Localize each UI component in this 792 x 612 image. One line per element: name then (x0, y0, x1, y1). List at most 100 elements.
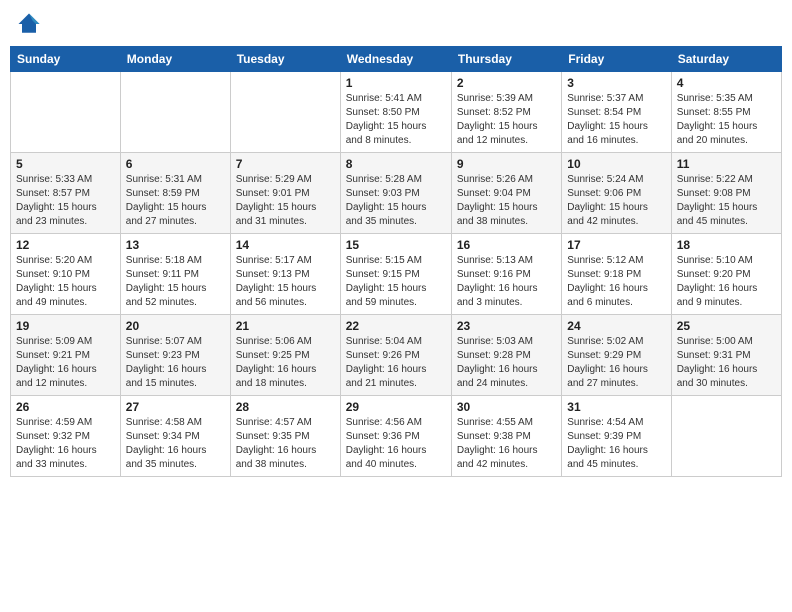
calendar-cell: 24 Sunrise: 5:02 AM Sunset: 9:29 PM Dayli… (562, 315, 671, 396)
day-number: 18 (677, 238, 776, 252)
day-number: 3 (567, 76, 665, 90)
day-number: 6 (126, 157, 225, 171)
calendar-cell: 4 Sunrise: 5:35 AM Sunset: 8:55 PM Daylig… (671, 72, 781, 153)
day-number: 20 (126, 319, 225, 333)
day-number: 30 (457, 400, 556, 414)
calendar-cell (671, 396, 781, 477)
day-info: Sunrise: 5:00 AM Sunset: 9:31 PM Dayligh… (677, 335, 776, 391)
day-info: Sunrise: 5:29 AM Sunset: 9:01 PM Dayligh… (236, 173, 335, 229)
day-info: Sunrise: 5:37 AM Sunset: 8:54 PM Dayligh… (567, 92, 665, 148)
calendar-cell: 31 Sunrise: 4:54 AM Sunset: 9:39 PM Dayli… (562, 396, 671, 477)
day-info: Sunrise: 5:07 AM Sunset: 9:23 PM Dayligh… (126, 335, 225, 391)
calendar-cell: 20 Sunrise: 5:07 AM Sunset: 9:23 PM Dayli… (120, 315, 230, 396)
calendar-week-row: 26 Sunrise: 4:59 AM Sunset: 9:32 PM Dayli… (11, 396, 782, 477)
calendar-cell: 13 Sunrise: 5:18 AM Sunset: 9:11 PM Dayli… (120, 234, 230, 315)
calendar-cell: 16 Sunrise: 5:13 AM Sunset: 9:16 PM Dayli… (451, 234, 561, 315)
day-info: Sunrise: 5:28 AM Sunset: 9:03 PM Dayligh… (346, 173, 446, 229)
calendar-cell: 25 Sunrise: 5:00 AM Sunset: 9:31 PM Dayli… (671, 315, 781, 396)
day-info: Sunrise: 5:02 AM Sunset: 9:29 PM Dayligh… (567, 335, 665, 391)
day-info: Sunrise: 5:15 AM Sunset: 9:15 PM Dayligh… (346, 254, 446, 310)
page-header (10, 10, 782, 38)
day-info: Sunrise: 5:20 AM Sunset: 9:10 PM Dayligh… (16, 254, 115, 310)
calendar-cell: 2 Sunrise: 5:39 AM Sunset: 8:52 PM Daylig… (451, 72, 561, 153)
day-info: Sunrise: 5:18 AM Sunset: 9:11 PM Dayligh… (126, 254, 225, 310)
calendar-cell: 29 Sunrise: 4:56 AM Sunset: 9:36 PM Dayli… (340, 396, 451, 477)
calendar-cell (11, 72, 121, 153)
day-info: Sunrise: 5:22 AM Sunset: 9:08 PM Dayligh… (677, 173, 776, 229)
day-number: 17 (567, 238, 665, 252)
day-number: 10 (567, 157, 665, 171)
day-info: Sunrise: 5:17 AM Sunset: 9:13 PM Dayligh… (236, 254, 335, 310)
calendar-week-row: 1Sunrise: 5:41 AM Sunset: 8:50 PM Daylig… (11, 72, 782, 153)
calendar-cell: 23 Sunrise: 5:03 AM Sunset: 9:28 PM Dayli… (451, 315, 561, 396)
calendar-cell: 14 Sunrise: 5:17 AM Sunset: 9:13 PM Dayli… (230, 234, 340, 315)
day-number: 2 (457, 76, 556, 90)
day-number: 19 (16, 319, 115, 333)
day-number: 25 (677, 319, 776, 333)
day-number: 24 (567, 319, 665, 333)
calendar-cell: 22Sunrise: 5:04 AM Sunset: 9:26 PM Dayli… (340, 315, 451, 396)
day-info: Sunrise: 5:13 AM Sunset: 9:16 PM Dayligh… (457, 254, 556, 310)
calendar-table: SundayMondayTuesdayWednesdayThursdayFrid… (10, 46, 782, 477)
day-info: Sunrise: 5:10 AM Sunset: 9:20 PM Dayligh… (677, 254, 776, 310)
calendar-week-row: 19 Sunrise: 5:09 AM Sunset: 9:21 PM Dayli… (11, 315, 782, 396)
day-number: 15 (346, 238, 446, 252)
day-number: 21 (236, 319, 335, 333)
weekday-header: Monday (120, 47, 230, 72)
calendar-cell: 7Sunrise: 5:29 AM Sunset: 9:01 PM Daylig… (230, 153, 340, 234)
day-info: Sunrise: 4:55 AM Sunset: 9:38 PM Dayligh… (457, 416, 556, 472)
day-info: Sunrise: 5:24 AM Sunset: 9:06 PM Dayligh… (567, 173, 665, 229)
weekday-header-row: SundayMondayTuesdayWednesdayThursdayFrid… (11, 47, 782, 72)
day-number: 14 (236, 238, 335, 252)
calendar-cell: 1Sunrise: 5:41 AM Sunset: 8:50 PM Daylig… (340, 72, 451, 153)
weekday-header: Saturday (671, 47, 781, 72)
calendar-cell (230, 72, 340, 153)
calendar-cell: 12 Sunrise: 5:20 AM Sunset: 9:10 PM Dayli… (11, 234, 121, 315)
calendar-cell: 18 Sunrise: 5:10 AM Sunset: 9:20 PM Dayli… (671, 234, 781, 315)
day-number: 28 (236, 400, 335, 414)
day-info: Sunrise: 4:54 AM Sunset: 9:39 PM Dayligh… (567, 416, 665, 472)
calendar-cell: 10 Sunrise: 5:24 AM Sunset: 9:06 PM Dayli… (562, 153, 671, 234)
day-number: 9 (457, 157, 556, 171)
day-info: Sunrise: 5:06 AM Sunset: 9:25 PM Dayligh… (236, 335, 335, 391)
day-number: 16 (457, 238, 556, 252)
logo (15, 10, 47, 38)
day-info: Sunrise: 5:26 AM Sunset: 9:04 PM Dayligh… (457, 173, 556, 229)
day-number: 26 (16, 400, 115, 414)
calendar-cell: 11 Sunrise: 5:22 AM Sunset: 9:08 PM Dayli… (671, 153, 781, 234)
day-number: 23 (457, 319, 556, 333)
logo-icon (15, 10, 43, 38)
weekday-header: Tuesday (230, 47, 340, 72)
calendar-cell: 26 Sunrise: 4:59 AM Sunset: 9:32 PM Dayli… (11, 396, 121, 477)
weekday-header: Friday (562, 47, 671, 72)
day-info: Sunrise: 5:03 AM Sunset: 9:28 PM Dayligh… (457, 335, 556, 391)
day-info: Sunrise: 5:33 AM Sunset: 8:57 PM Dayligh… (16, 173, 115, 229)
day-number: 11 (677, 157, 776, 171)
day-info: Sunrise: 4:56 AM Sunset: 9:36 PM Dayligh… (346, 416, 446, 472)
calendar-cell: 21 Sunrise: 5:06 AM Sunset: 9:25 PM Dayli… (230, 315, 340, 396)
weekday-header: Thursday (451, 47, 561, 72)
calendar-week-row: 12 Sunrise: 5:20 AM Sunset: 9:10 PM Dayli… (11, 234, 782, 315)
day-info: Sunrise: 5:09 AM Sunset: 9:21 PM Dayligh… (16, 335, 115, 391)
day-info: Sunrise: 5:35 AM Sunset: 8:55 PM Dayligh… (677, 92, 776, 148)
day-info: Sunrise: 4:59 AM Sunset: 9:32 PM Dayligh… (16, 416, 115, 472)
day-info: Sunrise: 4:57 AM Sunset: 9:35 PM Dayligh… (236, 416, 335, 472)
day-info: Sunrise: 5:39 AM Sunset: 8:52 PM Dayligh… (457, 92, 556, 148)
day-number: 13 (126, 238, 225, 252)
day-number: 22 (346, 319, 446, 333)
calendar-cell: 28 Sunrise: 4:57 AM Sunset: 9:35 PM Dayli… (230, 396, 340, 477)
calendar-cell (120, 72, 230, 153)
day-number: 29 (346, 400, 446, 414)
weekday-header: Wednesday (340, 47, 451, 72)
calendar-cell: 30 Sunrise: 4:55 AM Sunset: 9:38 PM Dayli… (451, 396, 561, 477)
day-number: 31 (567, 400, 665, 414)
day-number: 8 (346, 157, 446, 171)
day-info: Sunrise: 5:31 AM Sunset: 8:59 PM Dayligh… (126, 173, 225, 229)
calendar-cell: 9 Sunrise: 5:26 AM Sunset: 9:04 PM Daylig… (451, 153, 561, 234)
day-number: 4 (677, 76, 776, 90)
day-number: 5 (16, 157, 115, 171)
day-number: 12 (16, 238, 115, 252)
calendar-cell: 3 Sunrise: 5:37 AM Sunset: 8:54 PM Daylig… (562, 72, 671, 153)
day-info: Sunrise: 5:41 AM Sunset: 8:50 PM Dayligh… (346, 92, 446, 148)
calendar-cell: 8 Sunrise: 5:28 AM Sunset: 9:03 PM Daylig… (340, 153, 451, 234)
